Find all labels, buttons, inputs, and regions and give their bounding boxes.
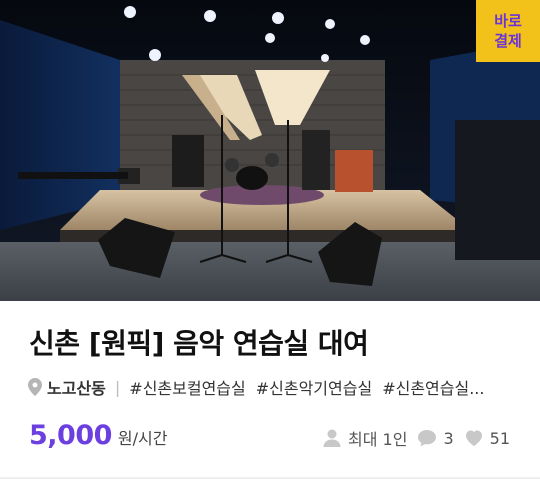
price-value: 5,000: [29, 420, 112, 451]
person-icon: [323, 429, 341, 447]
space-card[interactable]: 바로 결제 신촌 [원픽] 음악 연습실 대여 노고산동 | #신촌보컬연습실 …: [0, 0, 540, 479]
hashtag[interactable]: #신촌악기연습실: [256, 375, 372, 399]
badge-line-1: 바로: [494, 12, 522, 30]
instant-payment-badge: 바로 결제: [476, 0, 540, 62]
location-tags-row: 노고산동 | #신촌보컬연습실 #신촌악기연습실 #신촌연습실...: [28, 375, 518, 399]
like-count: 51: [489, 428, 510, 448]
hashtag[interactable]: #신촌연습실...: [382, 375, 484, 399]
location-name: 노고산동: [47, 379, 106, 398]
max-people: 최대 1인: [348, 430, 408, 449]
comment-count: 3: [443, 428, 454, 448]
heart-icon[interactable]: [464, 428, 484, 448]
space-photo[interactable]: 바로 결제: [0, 0, 540, 301]
hashtag[interactable]: #신촌보컬연습실: [129, 375, 245, 399]
badge-line-2: 결제: [494, 32, 522, 50]
price-unit: 원/시간: [117, 429, 168, 448]
speech-bubble-icon: [418, 430, 437, 447]
meta-separator: |: [114, 377, 121, 397]
space-title[interactable]: 신촌 [원픽] 음악 연습실 대여: [29, 322, 520, 362]
map-pin-icon: [28, 378, 42, 396]
price-row: 5,000 원/시간: [29, 420, 167, 456]
stats-row: 최대 1인 3 51: [322, 425, 510, 451]
stage-photo-illustration: [0, 0, 540, 301]
